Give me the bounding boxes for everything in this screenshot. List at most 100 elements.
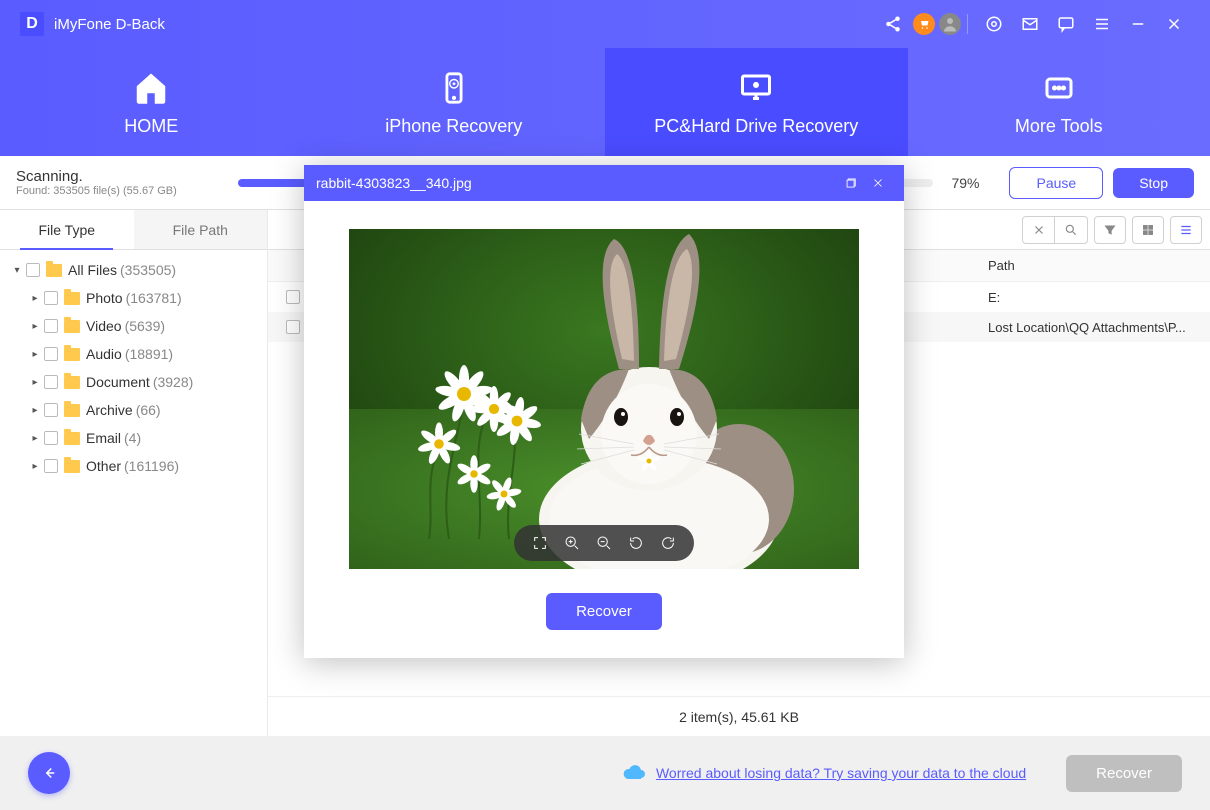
sidebar-tab-file-type[interactable]: File Type: [0, 210, 134, 249]
titlebar: D iMyFone D-Back: [0, 0, 1210, 48]
close-icon[interactable]: [1158, 8, 1190, 40]
cart-icon[interactable]: [913, 13, 935, 35]
more-icon: [1041, 68, 1077, 108]
tree-node-audio[interactable]: ▸ Audio (18891): [0, 340, 267, 368]
search-button[interactable]: [1055, 217, 1087, 243]
tree-node-count: (163781): [126, 290, 182, 306]
preview-modal: rabbit-4303823__340.jpg: [304, 165, 904, 658]
tree-node-archive[interactable]: ▸ Archive (66): [0, 396, 267, 424]
tab-home[interactable]: HOME: [0, 48, 303, 156]
folder-icon: [64, 320, 80, 333]
cell-path: Lost Location\QQ Attachments\P...: [978, 320, 1210, 335]
checkbox[interactable]: [44, 375, 58, 389]
checkbox[interactable]: [44, 291, 58, 305]
zoom-out-icon[interactable]: [588, 527, 620, 559]
tree-node-name: Archive: [86, 402, 133, 418]
tree-node-name: Email: [86, 430, 121, 446]
tab-pc-hard-drive-recovery[interactable]: PC&Hard Drive Recovery: [605, 48, 908, 156]
tree-node-count: (66): [136, 402, 161, 418]
status-title: Scanning.: [16, 168, 226, 185]
clear-search-button[interactable]: [1023, 217, 1055, 243]
sidebar-tabs: File Type File Path: [0, 210, 267, 250]
zoom-in-icon[interactable]: [556, 527, 588, 559]
tree-node-email[interactable]: ▸ Email (4): [0, 424, 267, 452]
search-group: [1022, 216, 1088, 244]
file-tree: ▾ All Files (353505) ▸ Photo (163781) ▸ …: [0, 250, 267, 736]
progress-percent: 79%: [951, 175, 979, 191]
sidebar-tab-file-path[interactable]: File Path: [134, 210, 268, 249]
monitor-icon: [738, 68, 774, 108]
rotate-right-icon[interactable]: [652, 527, 684, 559]
tab-label: More Tools: [1015, 116, 1103, 137]
tree-node-name: Photo: [86, 290, 123, 306]
tree-node-count: (18891): [125, 346, 173, 362]
tree-node-name: Video: [86, 318, 122, 334]
checkbox[interactable]: [44, 459, 58, 473]
folder-icon: [46, 264, 62, 277]
chevron-right-icon: ▸: [28, 433, 42, 444]
sidebar: File Type File Path ▾ All Files (353505)…: [0, 210, 268, 736]
stop-button[interactable]: Stop: [1113, 168, 1194, 198]
grid-view-button[interactable]: [1132, 216, 1164, 244]
folder-icon: [64, 376, 80, 389]
recover-button[interactable]: Recover: [1066, 755, 1182, 792]
tab-label: PC&Hard Drive Recovery: [654, 116, 858, 137]
cloud-backup-link[interactable]: Worred about losing data? Try saving you…: [656, 765, 1026, 781]
tree-node-count: (161196): [124, 458, 179, 474]
checkbox[interactable]: [44, 347, 58, 361]
feedback-icon[interactable]: [1050, 8, 1082, 40]
chevron-right-icon: ▸: [28, 405, 42, 416]
chevron-right-icon: ▸: [28, 349, 42, 360]
tree-node-photo[interactable]: ▸ Photo (163781): [0, 284, 267, 312]
checkbox[interactable]: [44, 319, 58, 333]
share-icon[interactable]: [877, 8, 909, 40]
gear-icon[interactable]: [978, 8, 1010, 40]
tree-node-all-files[interactable]: ▾ All Files (353505): [0, 256, 267, 284]
checkbox[interactable]: [26, 263, 40, 277]
app-name: iMyFone D-Back: [54, 16, 165, 33]
minimize-icon[interactable]: [1122, 8, 1154, 40]
chevron-down-icon: ▾: [10, 265, 24, 276]
tree-node-count: (3928): [153, 374, 193, 390]
close-modal-icon[interactable]: [864, 169, 892, 197]
bottom-bar: Worred about losing data? Try saving you…: [0, 736, 1210, 810]
modal-header[interactable]: rabbit-4303823__340.jpg: [304, 165, 904, 201]
chevron-right-icon: ▸: [28, 321, 42, 332]
modal-recover-button[interactable]: Recover: [546, 593, 662, 630]
home-icon: [133, 68, 169, 108]
tree-node-document[interactable]: ▸ Document (3928): [0, 368, 267, 396]
preview-image-frame: [349, 229, 859, 569]
tree-node-name: Other: [86, 458, 121, 474]
folder-icon: [64, 404, 80, 417]
list-view-button[interactable]: [1170, 216, 1202, 244]
rotate-left-icon[interactable]: [620, 527, 652, 559]
pause-button[interactable]: Pause: [1009, 167, 1103, 199]
tab-more-tools[interactable]: More Tools: [908, 48, 1210, 156]
tree-node-name: Audio: [86, 346, 122, 362]
folder-icon: [64, 432, 80, 445]
restore-window-icon[interactable]: [836, 169, 864, 197]
filter-button[interactable]: [1094, 216, 1126, 244]
checkbox[interactable]: [286, 320, 300, 334]
chevron-right-icon: ▸: [28, 377, 42, 388]
mail-icon[interactable]: [1014, 8, 1046, 40]
checkbox[interactable]: [44, 403, 58, 417]
tab-label: iPhone Recovery: [385, 116, 522, 137]
tab-iphone-recovery[interactable]: iPhone Recovery: [303, 48, 606, 156]
chevron-right-icon: ▸: [28, 461, 42, 472]
menu-icon[interactable]: [1086, 8, 1118, 40]
cell-path: E:: [978, 290, 1210, 305]
column-header-path[interactable]: Path: [978, 258, 1210, 273]
checkbox[interactable]: [286, 290, 300, 304]
tree-node-video[interactable]: ▸ Video (5639): [0, 312, 267, 340]
main-nav: HOME iPhone Recovery PC&Hard Drive Recov…: [0, 48, 1210, 156]
phone-icon: [437, 68, 471, 108]
checkbox[interactable]: [44, 431, 58, 445]
tree-node-count: (353505): [120, 262, 176, 278]
fullscreen-icon[interactable]: [524, 527, 556, 559]
folder-icon: [64, 292, 80, 305]
back-button[interactable]: [28, 752, 70, 794]
cloud-icon: [622, 764, 646, 782]
avatar-icon[interactable]: [939, 13, 961, 35]
tree-node-other[interactable]: ▸ Other (161196): [0, 452, 267, 480]
